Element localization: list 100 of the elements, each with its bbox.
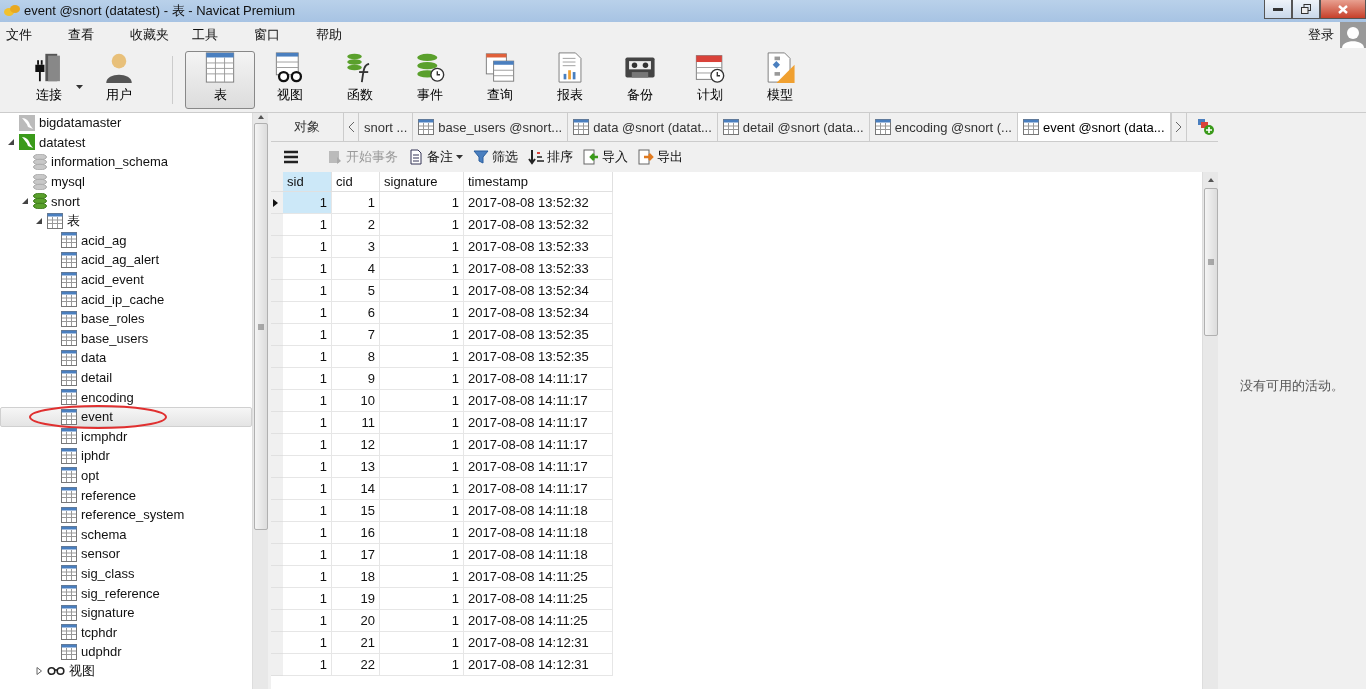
table-cell: 3 — [332, 236, 380, 258]
table-cell: 1 — [283, 236, 332, 258]
toolbar-button[interactable]: 连接 — [14, 51, 84, 109]
new-tab-icon[interactable] — [1196, 118, 1215, 136]
tree-item[interactable]: base_users — [0, 328, 252, 349]
tree-item[interactable]: schema — [0, 524, 252, 545]
table-cell: 1 — [283, 654, 332, 676]
export-icon — [638, 149, 654, 165]
table-cell: 22 — [332, 654, 380, 676]
collapse-icon[interactable] — [21, 197, 29, 206]
tree-item[interactable]: data — [0, 348, 252, 368]
toolbar-button[interactable]: 事件 — [395, 51, 465, 109]
toolbar-button[interactable]: 筛选 — [471, 148, 520, 166]
tree-item[interactable]: reference_system — [0, 504, 252, 525]
tree-item[interactable]: reference — [0, 485, 252, 505]
tree-item[interactable]: information_schema — [0, 152, 252, 172]
minimize-button[interactable] — [1264, 0, 1292, 19]
toolbar-button[interactable]: 导出 — [636, 148, 685, 166]
restore-button[interactable] — [1292, 0, 1320, 19]
tree-item[interactable]: acid_ag — [0, 230, 252, 251]
tree-item[interactable]: sig_reference — [0, 583, 252, 603]
toolbar-button[interactable]: 排序 — [526, 148, 575, 166]
table-cell: 2017-08-08 13:52:35 — [464, 346, 613, 368]
tree-item[interactable]: base_roles — [0, 308, 252, 329]
menu-item[interactable]: 帮助 — [316, 26, 378, 44]
toolbar-button[interactable]: 查询 — [465, 51, 535, 109]
tab[interactable]: event @snort (data... — [1017, 113, 1171, 141]
table-cell: 2017-08-08 14:11:17 — [464, 434, 613, 456]
toolbar-button[interactable]: 表 — [185, 51, 255, 109]
tree-item[interactable]: detail — [0, 367, 252, 388]
collapse-icon[interactable] — [35, 216, 43, 225]
toolbar-button[interactable]: 视图 — [255, 51, 325, 109]
tree-item[interactable]: encoding — [0, 387, 252, 407]
tree-item[interactable]: 表 — [0, 210, 252, 231]
caret-icon — [76, 85, 83, 89]
scrollbar[interactable] — [1202, 172, 1218, 689]
table-icon — [722, 119, 739, 135]
menu-item[interactable]: 文件 — [6, 26, 68, 44]
table-icon — [61, 565, 77, 582]
tree-item[interactable]: acid_ip_cache — [0, 289, 252, 309]
menu-item[interactable]: 查看 — [68, 26, 130, 44]
toolbar-button[interactable]: 函数 — [325, 51, 395, 109]
table-cell: 1 — [380, 434, 464, 456]
table-cell: 2 — [332, 214, 380, 236]
tree-item[interactable]: opt — [0, 465, 252, 486]
tree-item[interactable]: acid_event — [0, 269, 252, 290]
import-icon — [583, 149, 599, 165]
table-cell: 2017-08-08 14:11:17 — [464, 390, 613, 412]
toolbar-button[interactable]: 用户 — [84, 51, 154, 109]
close-button[interactable] — [1320, 0, 1366, 19]
scroll-right-icon[interactable] — [1170, 113, 1187, 141]
tree-item[interactable]: event — [0, 406, 252, 427]
menu-item[interactable]: 窗口 — [254, 26, 316, 44]
column-header[interactable]: signature — [380, 172, 464, 192]
toolbar-button[interactable]: 备份 — [605, 51, 675, 109]
column-header[interactable]: timestamp — [464, 172, 613, 192]
tree-item[interactable]: icmphdr — [0, 426, 252, 447]
tree-item[interactable]: udphdr — [0, 642, 252, 662]
glasses-icon — [47, 666, 65, 677]
table-cell: 1 — [283, 324, 332, 346]
column-header[interactable]: cid — [332, 172, 380, 192]
table-cell: 1 — [283, 368, 332, 390]
tree-item[interactable]: bigdatamaster — [0, 113, 252, 133]
scroll-thumb[interactable] — [253, 123, 268, 530]
menu-item[interactable]: 工具 — [192, 26, 254, 44]
collapse-icon[interactable] — [7, 138, 15, 147]
table-icon — [47, 212, 63, 229]
column-header[interactable]: sid — [283, 172, 332, 192]
table-icon — [874, 119, 891, 135]
tree-item[interactable]: signature — [0, 602, 252, 623]
tree-item[interactable]: iphdr — [0, 446, 252, 466]
toolbar-button[interactable]: 模型 — [745, 51, 815, 109]
row-pointer-icon — [271, 197, 279, 208]
tree-item[interactable]: mysql — [0, 171, 252, 192]
login-link[interactable]: 登录 — [1308, 26, 1334, 44]
app-logo-icon — [4, 5, 20, 17]
menu-icon[interactable] — [283, 150, 299, 164]
toolbar-button[interactable]: 报表 — [535, 51, 605, 109]
menu-item[interactable]: 收藏夹 — [130, 26, 192, 44]
toolbar-button[interactable]: 计划 — [675, 51, 745, 109]
table-cell: 15 — [332, 500, 380, 522]
table-cell: 1 — [283, 478, 332, 500]
row-header[interactable] — [271, 192, 283, 214]
scrollbar[interactable] — [252, 113, 268, 689]
scroll-up-icon[interactable] — [1206, 176, 1215, 184]
tree-item[interactable]: 视图 — [0, 661, 252, 682]
tree-item[interactable]: datatest — [0, 132, 252, 153]
tree-item[interactable]: sig_class — [0, 563, 252, 584]
scroll-thumb[interactable] — [1203, 188, 1218, 336]
toolbar-button[interactable]: 导入 — [581, 148, 630, 166]
tree-item[interactable]: acid_ag_alert — [0, 250, 252, 270]
scroll-up-icon[interactable] — [256, 113, 265, 121]
table-cell: 10 — [332, 390, 380, 412]
tree-item[interactable]: sensor — [0, 544, 252, 564]
window-title: event @snort (datatest) - 表 - Navicat Premium — [24, 2, 297, 20]
expand-icon[interactable] — [35, 667, 43, 676]
tree-item[interactable]: snort — [0, 191, 252, 211]
table-cell: 2017-08-08 14:12:31 — [464, 654, 613, 676]
tree-item[interactable]: tcphdr — [0, 622, 252, 643]
toolbar-button[interactable]: 备注 — [406, 148, 465, 166]
